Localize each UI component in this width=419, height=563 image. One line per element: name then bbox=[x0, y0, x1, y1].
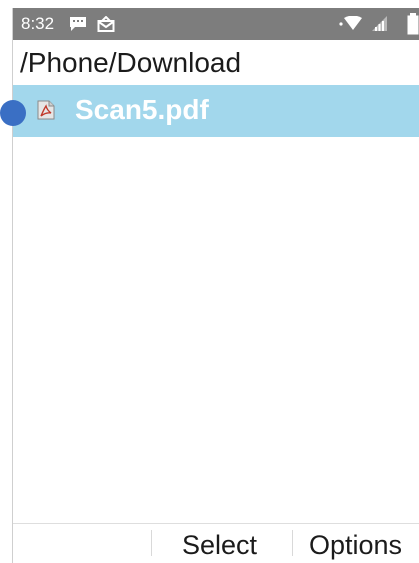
softkey-bar: Select Options bbox=[13, 523, 419, 563]
message-icon bbox=[69, 16, 87, 37]
file-item-scan5-pdf[interactable]: Scan5.pdf bbox=[13, 85, 419, 137]
pdf-file-icon bbox=[37, 100, 55, 120]
mail-icon bbox=[97, 15, 115, 37]
options-softkey[interactable]: Options bbox=[309, 528, 402, 562]
file-list: Scan5.pdf bbox=[13, 85, 419, 137]
select-softkey[interactable]: Select bbox=[182, 528, 257, 562]
file-name: Scan5.pdf bbox=[75, 94, 209, 125]
status-time: 8:32 bbox=[21, 14, 55, 33]
focus-cursor-dot bbox=[0, 100, 26, 126]
signal-icon bbox=[371, 16, 389, 37]
battery-icon bbox=[407, 13, 419, 40]
softkey-divider bbox=[292, 530, 293, 556]
file-manager-screen: 8:32 /Phone/Download Scan5.pdf Select Op… bbox=[12, 8, 419, 563]
status-bar: 8:32 bbox=[13, 8, 419, 40]
current-path: /Phone/Download bbox=[20, 47, 242, 78]
wifi-icon bbox=[339, 15, 363, 37]
softkey-divider bbox=[151, 530, 152, 556]
